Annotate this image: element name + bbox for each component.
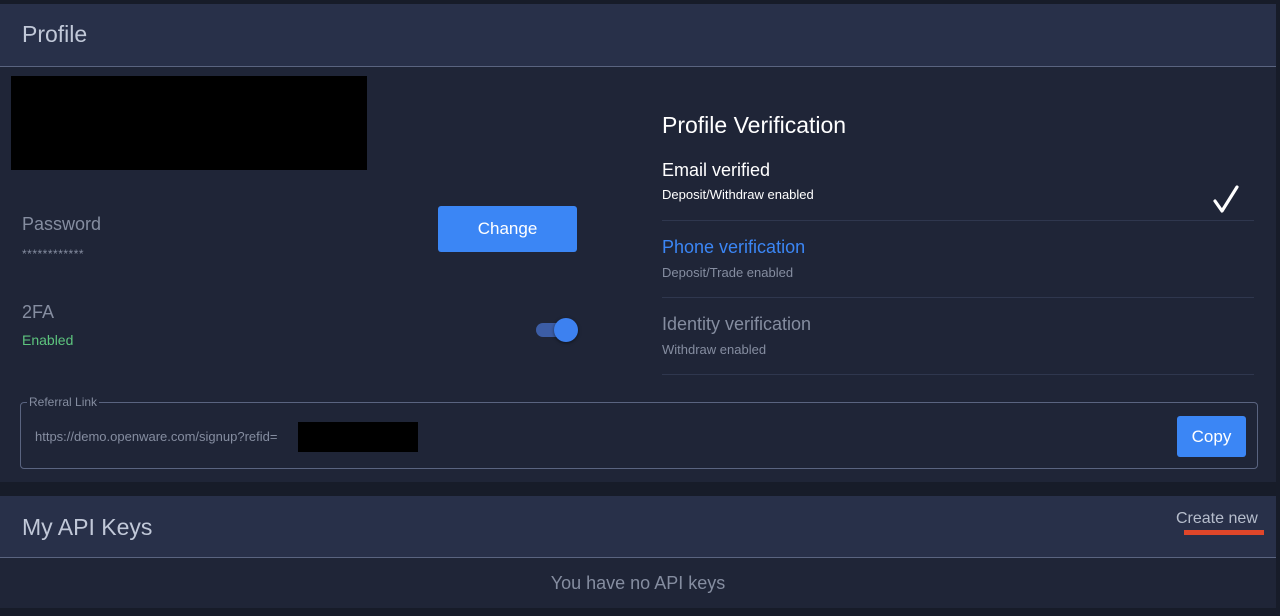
verification-item-title: Identity verification xyxy=(662,314,812,334)
verification-item-subtitle: Withdraw enabled xyxy=(662,342,767,357)
verification-item-email: Email verified Deposit/Withdraw enabled xyxy=(662,160,1254,221)
referral-url: https://demo.openware.com/signup?refid= xyxy=(35,429,278,444)
verification-item-phone[interactable]: Phone verification Deposit/Trade enabled xyxy=(662,237,1254,298)
twofa-status: Enabled xyxy=(22,332,74,348)
password-label: Password xyxy=(22,214,102,234)
verification-item-subtitle: Deposit/Trade enabled xyxy=(662,265,794,280)
twofa-toggle[interactable] xyxy=(536,318,578,342)
profile-card: Profile Password ************ Change 2FA… xyxy=(0,4,1276,482)
verification-item-title: Email verified xyxy=(662,160,771,180)
toggle-knob xyxy=(554,318,578,342)
empty-state-text: You have no API keys xyxy=(550,573,726,593)
twofa-label: 2FA xyxy=(22,302,55,322)
copy-button[interactable]: Copy xyxy=(1177,416,1246,457)
api-keys-header: My API Keys Create new xyxy=(0,496,1276,558)
api-keys-title: My API Keys xyxy=(22,514,153,540)
referral-link-label: Referral Link xyxy=(27,395,100,409)
change-password-button[interactable]: Change xyxy=(438,206,577,252)
password-value: ************ xyxy=(22,247,85,261)
api-keys-card: My API Keys Create new You have no API k… xyxy=(0,496,1276,608)
create-new-link[interactable]: Create new xyxy=(1176,510,1258,528)
redacted-username-block xyxy=(11,76,367,170)
profile-header: Profile xyxy=(0,4,1276,67)
create-new-highlight xyxy=(1184,530,1264,535)
checkmark-icon xyxy=(1213,185,1239,213)
verification-item-title[interactable]: Phone verification xyxy=(662,237,805,258)
verification-item-subtitle: Deposit/Withdraw enabled xyxy=(662,187,814,202)
referral-link-field: Referral Link https://demo.openware.com/… xyxy=(20,395,1258,469)
redacted-refid-block xyxy=(298,422,418,452)
verification-title: Profile Verification xyxy=(662,112,847,138)
profile-title: Profile xyxy=(22,21,88,47)
verification-item-identity: Identity verification Withdraw enabled xyxy=(662,314,1254,375)
